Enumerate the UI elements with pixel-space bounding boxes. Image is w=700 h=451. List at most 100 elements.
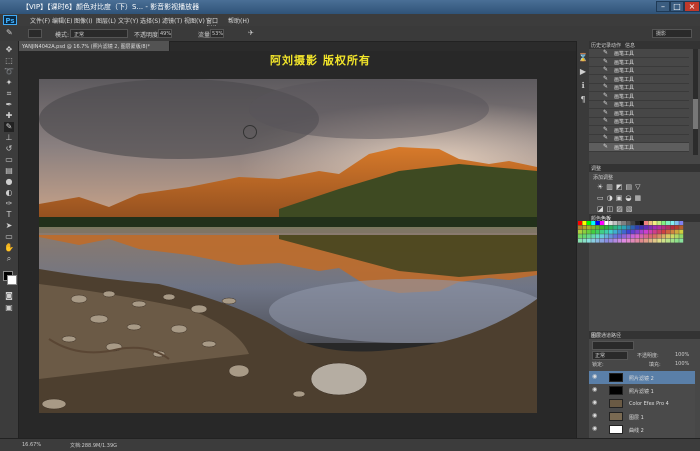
lock-label: 锁定: bbox=[592, 362, 604, 368]
tab-actions[interactable]: 动作 bbox=[611, 42, 621, 49]
adjustment-icons[interactable]: ☀▥◩▤▽ ▭◑▣◒▦ ◪◫▨▧ bbox=[597, 182, 687, 215]
visibility-eye-icon[interactable]: ◉ bbox=[592, 374, 598, 380]
layer-thumbnail bbox=[609, 412, 623, 421]
mode-select[interactable]: 正常 bbox=[70, 29, 128, 38]
color-swatch bbox=[617, 238, 622, 243]
color-swatch bbox=[639, 238, 644, 243]
history-scrollbar[interactable] bbox=[693, 49, 698, 155]
layer-filter-select[interactable] bbox=[592, 341, 634, 350]
history-item-label: 画笔工具 bbox=[614, 76, 635, 83]
blend-mode-select[interactable]: 正常 bbox=[592, 351, 628, 360]
history-scroll-thumb[interactable] bbox=[693, 99, 698, 129]
document-tab[interactable]: YANJIN4042A.psd @ 16.7% (照片滤镜 2, 图层蒙版/8)… bbox=[19, 41, 170, 51]
flow-input[interactable]: 53% bbox=[210, 29, 224, 38]
color-swatch bbox=[608, 229, 613, 234]
layer-opacity-value[interactable]: 100% bbox=[675, 352, 689, 358]
tab-paths[interactable]: 路径 bbox=[611, 332, 621, 339]
layer-row[interactable]: ◉ 曲线 2 bbox=[589, 423, 695, 437]
color-swatch bbox=[600, 238, 604, 243]
history-panel-icon[interactable]: ⌛ bbox=[578, 53, 588, 63]
window-titlebar: 【VIP】【课时6】颜色对比度（下）S... - 影音影视播放器 – □ × bbox=[0, 0, 700, 14]
minimize-button[interactable]: – bbox=[656, 1, 670, 12]
quick-select-tool-icon[interactable]: ✦ bbox=[4, 78, 14, 88]
visibility-eye-icon[interactable]: ◉ bbox=[592, 426, 598, 432]
layer-name: 照片滤镜 2 bbox=[629, 376, 654, 382]
dodge-tool-icon[interactable]: ◐ bbox=[4, 188, 14, 198]
color-swatch bbox=[617, 225, 622, 230]
color-swatch bbox=[630, 221, 635, 225]
layer-row[interactable]: ◉ 图层 1 bbox=[589, 410, 695, 424]
pen-tool-icon[interactable]: ✑ bbox=[4, 199, 14, 209]
brush-icon: ✎ bbox=[603, 66, 609, 73]
color-swatch bbox=[582, 225, 587, 230]
brush-tool-icon[interactable]: ✎ bbox=[6, 28, 13, 37]
layer-row[interactable]: ◉ 照片滤镜 1 bbox=[589, 384, 695, 398]
close-button[interactable]: × bbox=[684, 1, 700, 12]
history-item-label: 画笔工具 bbox=[614, 127, 635, 134]
color-swatch bbox=[626, 229, 631, 234]
zoom-tool-icon[interactable]: ⌕ bbox=[4, 254, 14, 264]
marquee-tool-icon[interactable]: ⬚ bbox=[4, 56, 14, 66]
blur-tool-icon[interactable]: ● bbox=[4, 177, 14, 187]
visibility-eye-icon[interactable]: ◉ bbox=[592, 387, 598, 393]
color-swatch bbox=[630, 225, 635, 230]
move-tool-icon[interactable]: ✥ bbox=[4, 45, 14, 55]
paragraph-panel-icon[interactable]: ¶ bbox=[578, 95, 588, 105]
info-panel-icon[interactable]: ℹ bbox=[578, 81, 588, 91]
background-color-swatch[interactable] bbox=[7, 275, 17, 285]
history-item-label: 画笔工具 bbox=[614, 51, 635, 57]
color-swatch bbox=[679, 229, 684, 234]
healing-tool-icon[interactable]: ✚ bbox=[4, 111, 14, 121]
eyedropper-tool-icon[interactable]: ✒ bbox=[4, 100, 14, 110]
zoom-level[interactable]: 16.67% bbox=[22, 442, 41, 448]
fill-value[interactable]: 100% bbox=[675, 361, 689, 367]
landscape-photo[interactable] bbox=[39, 79, 537, 413]
color-swatch bbox=[670, 238, 675, 243]
tab-history[interactable]: 历史记录 bbox=[591, 42, 611, 49]
workspace-select[interactable]: 摄影 bbox=[652, 29, 692, 38]
quick-mask-icon[interactable]: ◙ bbox=[4, 291, 14, 301]
tab-adjustments[interactable]: 调整 bbox=[591, 165, 601, 172]
visibility-eye-icon[interactable]: ◉ bbox=[592, 413, 598, 419]
tab-info[interactable]: 信息 bbox=[625, 42, 635, 49]
airbrush-icon[interactable]: ✈ bbox=[248, 29, 254, 37]
maximize-button[interactable]: □ bbox=[670, 1, 684, 12]
actions-panel-icon[interactable]: ▶ bbox=[578, 67, 588, 77]
stamp-tool-icon[interactable]: ⊥ bbox=[4, 133, 14, 143]
brush-icon: ✎ bbox=[603, 142, 609, 150]
opacity-input[interactable]: 49% bbox=[158, 29, 172, 38]
color-swatch bbox=[674, 221, 679, 225]
layer-row[interactable]: ◉ Color Efex Pro 4 bbox=[589, 397, 695, 411]
path-select-tool-icon[interactable]: ➤ bbox=[4, 221, 14, 231]
color-swatch bbox=[608, 221, 613, 225]
color-swatch bbox=[639, 225, 644, 230]
brush-cursor bbox=[243, 125, 257, 139]
tab-layers[interactable]: 图层 bbox=[591, 332, 601, 339]
color-swatch bbox=[578, 229, 582, 234]
eraser-tool-icon[interactable]: ▭ bbox=[4, 155, 14, 165]
layer-name: Color Efex Pro 4 bbox=[629, 401, 669, 407]
tab-channels[interactable]: 通道 bbox=[601, 332, 611, 339]
color-swatch bbox=[666, 221, 670, 225]
layer-row[interactable]: ◉ 照片滤镜 2 bbox=[589, 371, 695, 385]
gradient-tool-icon[interactable]: ▤ bbox=[4, 166, 14, 176]
color-swatch bbox=[652, 234, 657, 239]
history-brush-tool-icon[interactable]: ↺ bbox=[4, 144, 14, 154]
brush-tool-icon-active[interactable]: ✎ bbox=[4, 122, 14, 132]
hand-tool-icon[interactable]: ✋ bbox=[4, 243, 14, 253]
type-tool-icon[interactable]: T bbox=[4, 210, 14, 220]
visibility-eye-icon[interactable]: ◉ bbox=[592, 400, 598, 406]
swatches-grid[interactable] bbox=[578, 221, 688, 261]
layers-panel-tabs: 图层 通道 路径 bbox=[589, 331, 700, 339]
crop-tool-icon[interactable]: ⌗ bbox=[4, 89, 14, 99]
color-swatch bbox=[595, 238, 600, 243]
opacity-value: 49% bbox=[160, 31, 172, 37]
screen-mode-icon[interactable]: ▣ bbox=[4, 303, 14, 313]
history-item[interactable]: ✎ 画笔工具 bbox=[589, 142, 689, 152]
shape-tool-icon[interactable]: ▭ bbox=[4, 232, 14, 242]
color-swatch bbox=[586, 234, 591, 239]
history-item-label: 画笔工具 bbox=[614, 136, 635, 142]
workspace-value: 摄影 bbox=[656, 31, 667, 37]
brush-preset-picker[interactable] bbox=[28, 29, 42, 38]
lasso-tool-icon[interactable]: ➰ bbox=[4, 67, 14, 77]
